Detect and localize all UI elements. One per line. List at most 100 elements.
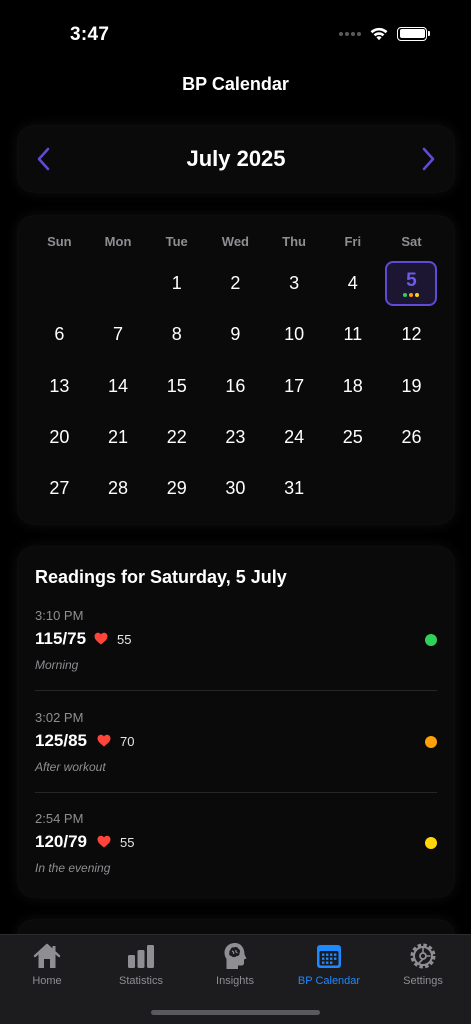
status-dot (425, 736, 437, 748)
weekday-label: Thu (282, 234, 306, 249)
calendar-day[interactable]: 18 (323, 361, 382, 412)
reading-item[interactable]: 2:54 PM 120/79 55 In the evening (35, 811, 437, 913)
calendar-day-number: 7 (113, 324, 124, 345)
calendar-day[interactable]: 22 (147, 412, 206, 463)
calendar-day[interactable]: 1 (147, 258, 206, 309)
divider (35, 792, 437, 793)
reading-indicator-dots (403, 292, 420, 297)
reading-time: 2:54 PM (35, 811, 84, 826)
reading-indicator-dot (409, 292, 414, 297)
reading-item[interactable]: 3:02 PM 125/85 70 After workout (35, 710, 437, 812)
weekday-label: Mon (104, 234, 132, 249)
calendar-day[interactable]: 19 (382, 361, 441, 412)
calendar-day[interactable]: 26 (382, 412, 441, 463)
tab-label: BP Calendar (297, 975, 361, 987)
weekday-header: Sun Mon Tue Wed Thu Fri Sat (18, 234, 454, 249)
reading-note: Morning (35, 658, 79, 672)
calendar-day[interactable]: 25 (323, 412, 382, 463)
tab-home[interactable]: Home (0, 941, 94, 987)
reading-note: After workout (35, 760, 106, 774)
gear-icon (410, 943, 436, 969)
calendar-day[interactable]: 7 (89, 309, 148, 360)
tab-bp-calendar[interactable]: BP Calendar (282, 941, 376, 987)
month-label: July 2025 (186, 146, 286, 171)
calendar-day-number: 28 (108, 478, 129, 499)
reading-bp-value: 115/75 (35, 629, 87, 648)
calendar-day[interactable]: 24 (265, 412, 324, 463)
calendar-day[interactable]: 27 (30, 463, 89, 514)
tab-label: Settings (403, 975, 443, 987)
calendar-day-number: 31 (284, 478, 305, 499)
calendar-day[interactable]: 10 (265, 309, 324, 360)
calendar-day-number: 23 (225, 427, 246, 448)
calendar-day[interactable]: 21 (89, 412, 148, 463)
calendar-day-number: 5 (406, 269, 417, 291)
reading-indicator-dot (415, 292, 420, 297)
calendar-card: Sun Mon Tue Wed Thu Fri Sat 1 2 3 4 5 6 7 8 9 10 1… (18, 216, 454, 524)
calendar-day[interactable]: 15 (147, 361, 206, 412)
weekday-label: Tue (165, 234, 188, 249)
readings-card: Readings for Saturday, 5 July 3:10 PM 11… (18, 547, 454, 897)
tab-insights[interactable]: Insights (188, 941, 282, 987)
reading-bp-value: 125/85 (35, 731, 87, 750)
month-navigation-card: July 2025 (18, 126, 454, 192)
readings-title: Readings for Saturday, 5 July (35, 567, 287, 587)
tab-label: Statistics (118, 975, 163, 987)
calendar-day[interactable]: 2 (206, 258, 265, 309)
calendar-day-selected[interactable]: 5 (382, 258, 441, 309)
brain-head-icon (224, 943, 247, 969)
calendar-day-number: 9 (230, 324, 241, 345)
page-title: BP Calendar (182, 74, 289, 94)
cellular-signal-icon (339, 31, 361, 36)
reading-pulse: 55 (120, 835, 135, 850)
calendar-day[interactable]: 12 (382, 309, 441, 360)
next-month-button[interactable] (416, 146, 440, 172)
status-dot (425, 837, 437, 849)
divider (35, 690, 437, 691)
calendar-day-number: 17 (284, 375, 305, 396)
status-time: 3:47 (70, 24, 110, 45)
calendar-day[interactable]: 11 (323, 309, 382, 360)
calendar-day[interactable]: 23 (206, 412, 265, 463)
reading-time: 3:02 PM (35, 710, 84, 725)
calendar-day[interactable]: 8 (147, 309, 206, 360)
calendar-day-number: 10 (284, 324, 305, 345)
calendar-day[interactable]: 16 (206, 361, 265, 412)
calendar-day[interactable]: 20 (30, 412, 89, 463)
calendar-day[interactable]: 14 (89, 361, 148, 412)
reading-item[interactable]: 3:10 PM 115/75 55 Morning (35, 608, 437, 710)
calendar-day-number: 29 (166, 478, 187, 499)
weekday-label: Sat (401, 234, 422, 249)
tab-statistics[interactable]: Statistics (94, 941, 188, 987)
calendar-day-number: 19 (401, 375, 422, 396)
battery-icon (397, 26, 430, 41)
calendar-day[interactable]: 13 (30, 361, 89, 412)
weekday-label: Sun (47, 234, 72, 249)
calendar-day-number: 27 (49, 478, 70, 499)
calendar-day-number: 30 (225, 478, 246, 499)
calendar-day[interactable]: 17 (265, 361, 324, 412)
calendar-day-number: 21 (108, 427, 129, 448)
calendar-day[interactable]: 30 (206, 463, 265, 514)
reading-time: 3:10 PM (35, 608, 84, 623)
calendar-day[interactable]: 4 (323, 258, 382, 309)
bar-chart-icon (128, 945, 154, 968)
tab-settings[interactable]: Settings (376, 941, 470, 987)
calendar-day-number: 1 (171, 273, 182, 294)
heart-icon (97, 734, 111, 747)
calendar-day[interactable]: 6 (30, 309, 89, 360)
reading-indicator-dot (403, 292, 408, 297)
calendar-day-number: 15 (166, 375, 187, 396)
tab-label: Insights (216, 975, 254, 987)
calendar-day[interactable]: 29 (147, 463, 206, 514)
house-icon (33, 943, 61, 968)
calendar-day[interactable]: 9 (206, 309, 265, 360)
calendar-day[interactable]: 31 (265, 463, 324, 514)
calendar-icon (317, 945, 341, 968)
calendar-day-number: 26 (401, 427, 422, 448)
calendar-day[interactable]: 28 (89, 463, 148, 514)
calendar-day-number: 22 (166, 427, 187, 448)
wifi-icon (370, 27, 388, 41)
calendar-day-number: 25 (342, 427, 363, 448)
calendar-day[interactable]: 3 (265, 258, 324, 309)
